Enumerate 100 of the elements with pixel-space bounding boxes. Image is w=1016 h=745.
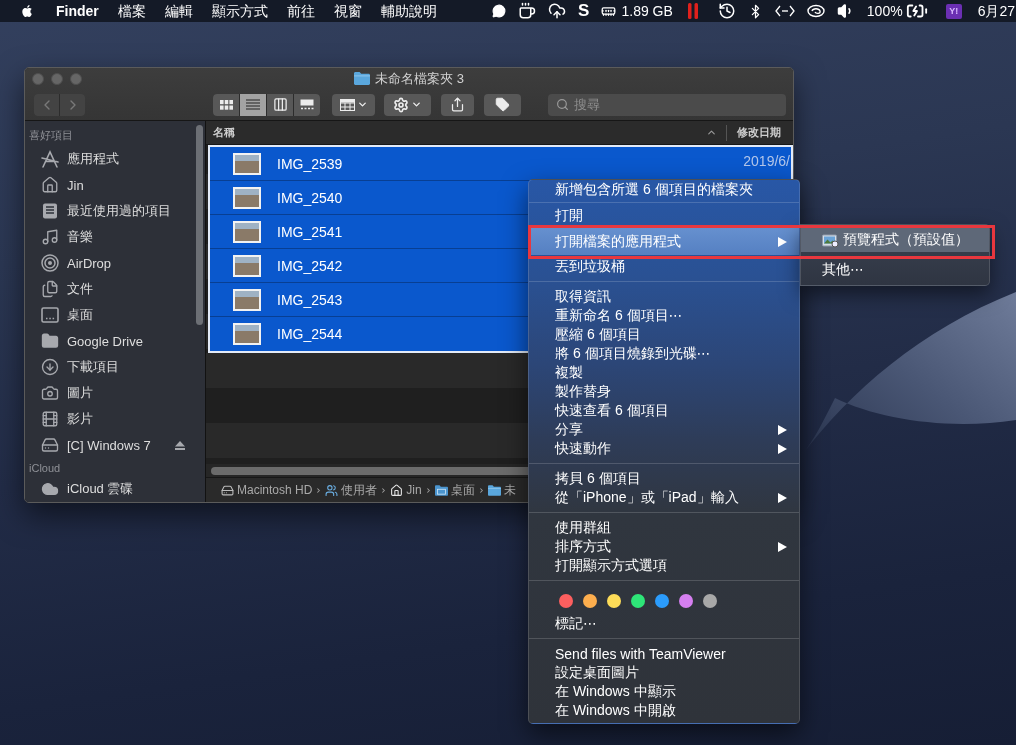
sidebar-item[interactable]: Jin bbox=[25, 172, 205, 198]
share-button[interactable] bbox=[441, 93, 474, 116]
menu-item[interactable]: 複製 bbox=[529, 363, 799, 382]
menu-title[interactable]: 編輯 bbox=[164, 0, 193, 22]
menu-item[interactable]: 排序方式 bbox=[529, 537, 799, 556]
camera-icon bbox=[41, 384, 59, 402]
menu-item[interactable]: 標記⋯ bbox=[529, 614, 799, 633]
submenu-item[interactable]: 其他⋯ bbox=[801, 258, 989, 282]
chat-bubble-icon[interactable] bbox=[492, 4, 507, 18]
path-item[interactable]: 未 bbox=[487, 481, 516, 499]
menu-item[interactable]: 設定桌面圖片 bbox=[529, 663, 799, 682]
share-icon bbox=[450, 97, 465, 113]
file-name: IMG_2539 bbox=[277, 155, 343, 172]
coffee-cup-icon[interactable] bbox=[518, 2, 537, 20]
sidebar-item[interactable]: 音樂 bbox=[25, 224, 205, 250]
tag-dot-icon[interactable] bbox=[655, 594, 669, 608]
sidebar-item[interactable]: 影片 bbox=[25, 406, 205, 432]
sidebar-item[interactable]: [C] Windows 7 bbox=[25, 432, 205, 458]
menu-item[interactable]: 分享 bbox=[529, 420, 799, 439]
tag-dot-icon[interactable] bbox=[559, 594, 573, 608]
clock-history-icon[interactable] bbox=[717, 2, 736, 20]
download-icon bbox=[41, 358, 59, 376]
column-view-icon bbox=[272, 97, 288, 113]
letter-logo[interactable]: S bbox=[578, 2, 590, 20]
signal-rings-icon bbox=[41, 254, 59, 272]
tag-button[interactable] bbox=[484, 93, 521, 116]
sidebar-item[interactable]: 應用程式 bbox=[25, 146, 205, 172]
hard-drive-icon bbox=[41, 436, 59, 454]
group-by-button[interactable] bbox=[332, 93, 375, 116]
sidebar-item[interactable]: 最近使用過的項目 bbox=[25, 198, 205, 224]
path-item[interactable]: 使用者 bbox=[325, 481, 378, 499]
menu-item[interactable]: 打開顯示方式選項 bbox=[529, 556, 799, 575]
menu-item[interactable]: 使用群組 bbox=[529, 518, 799, 537]
music-note-icon bbox=[41, 228, 59, 246]
view-mode-button[interactable] bbox=[240, 93, 266, 116]
file-name: IMG_2544 bbox=[277, 326, 343, 342]
path-item[interactable]: Jin bbox=[390, 483, 422, 497]
swirl-icon[interactable] bbox=[806, 4, 825, 18]
menu-item[interactable]: 在 Windows 中開啟 bbox=[529, 701, 799, 720]
sidebar-item[interactable]: 圖片 bbox=[25, 380, 205, 406]
submenu-item[interactable]: 預覽程式（預設值） bbox=[801, 228, 989, 252]
modified-date: 2019/6/ bbox=[743, 154, 791, 168]
apple-menu-icon[interactable] bbox=[21, 4, 32, 18]
menu-title[interactable]: Finder bbox=[56, 0, 99, 22]
code-brackets-icon[interactable] bbox=[774, 5, 795, 17]
users-icon bbox=[325, 483, 339, 497]
memory-usage[interactable]: 1.89 GB bbox=[621, 2, 673, 20]
sidebar-scrollbar[interactable] bbox=[196, 125, 203, 325]
battery-percentage[interactable]: 100% bbox=[866, 2, 903, 20]
chevron-right-icon bbox=[315, 486, 323, 494]
sidebar-item[interactable]: 桌面 bbox=[25, 302, 205, 328]
menu-item[interactable]: 在 Windows 中顯示 bbox=[529, 682, 799, 701]
photo-placeholder bbox=[233, 220, 261, 243]
path-item[interactable]: 桌面 bbox=[434, 481, 475, 499]
sidebar-section-title: 喜好項目 bbox=[28, 128, 74, 143]
path-item[interactable]: Macintosh HD bbox=[221, 483, 313, 497]
menu-item[interactable]: 打開檔案的應用程式 bbox=[529, 228, 799, 255]
menu-item[interactable]: 製作替身 bbox=[529, 382, 799, 401]
desktop-icon bbox=[41, 307, 59, 323]
menu-item[interactable]: 快速查看 6 個項目 bbox=[529, 401, 799, 420]
menu-title[interactable]: 顯示方式 bbox=[211, 0, 268, 22]
column-header[interactable]: 名稱 bbox=[206, 121, 726, 144]
tag-dot-icon[interactable] bbox=[583, 594, 597, 608]
view-mode-button[interactable] bbox=[294, 93, 320, 116]
view-mode-button[interactable] bbox=[267, 93, 293, 116]
file-name: IMG_2541 bbox=[277, 223, 343, 240]
menu-bar-date[interactable]: 6月27 bbox=[977, 2, 1015, 20]
view-mode-button[interactable] bbox=[213, 93, 239, 116]
tag-dot-icon[interactable] bbox=[703, 594, 717, 608]
file-name: IMG_2542 bbox=[277, 257, 343, 274]
home-icon bbox=[390, 483, 404, 497]
sidebar-item[interactable]: 下載項目 bbox=[25, 354, 205, 380]
sidebar-item[interactable]: 文件 bbox=[25, 276, 205, 302]
menu-item[interactable]: Send files with TeamViewer bbox=[529, 644, 799, 663]
tag-dot-icon[interactable] bbox=[607, 594, 621, 608]
photo-placeholder bbox=[233, 323, 261, 345]
photo-placeholder bbox=[233, 152, 261, 175]
cloud-upload-icon[interactable] bbox=[548, 2, 567, 20]
eject-icon[interactable] bbox=[175, 440, 185, 450]
action-button[interactable] bbox=[384, 93, 431, 116]
sidebar-item[interactable]: iCloud 雲碟 bbox=[25, 479, 205, 498]
menu-title[interactable]: 視窗 bbox=[333, 0, 362, 22]
file-row[interactable]: IMG_2539 2019/6/ bbox=[210, 147, 791, 181]
bars-icon[interactable] bbox=[687, 3, 698, 19]
file-name: IMG_2543 bbox=[277, 291, 343, 308]
app-badge[interactable]: Y! bbox=[945, 3, 962, 19]
tag-dot-icon[interactable] bbox=[679, 594, 693, 608]
tag-dot-icon[interactable] bbox=[631, 594, 645, 608]
settings-icon bbox=[393, 96, 409, 113]
search-field[interactable]: 搜尋 bbox=[548, 93, 786, 116]
sidebar-item[interactable]: Google Drive bbox=[25, 328, 205, 354]
menu-title[interactable]: 輔助說明 bbox=[380, 0, 437, 22]
folder-icon bbox=[41, 332, 59, 350]
column-header[interactable]: 修改日期 bbox=[727, 121, 793, 144]
sidebar-item[interactable]: AirDrop bbox=[25, 250, 205, 276]
menu-item[interactable]: 拷貝 6 個項目 bbox=[529, 469, 799, 488]
menu-title[interactable]: 檔案 bbox=[117, 0, 146, 22]
menu-item[interactable]: 從「iPhone」或「iPad」輸入 bbox=[529, 488, 799, 507]
menu-title[interactable]: 前往 bbox=[286, 0, 315, 22]
menu-item[interactable]: 快速動作 bbox=[529, 439, 799, 458]
